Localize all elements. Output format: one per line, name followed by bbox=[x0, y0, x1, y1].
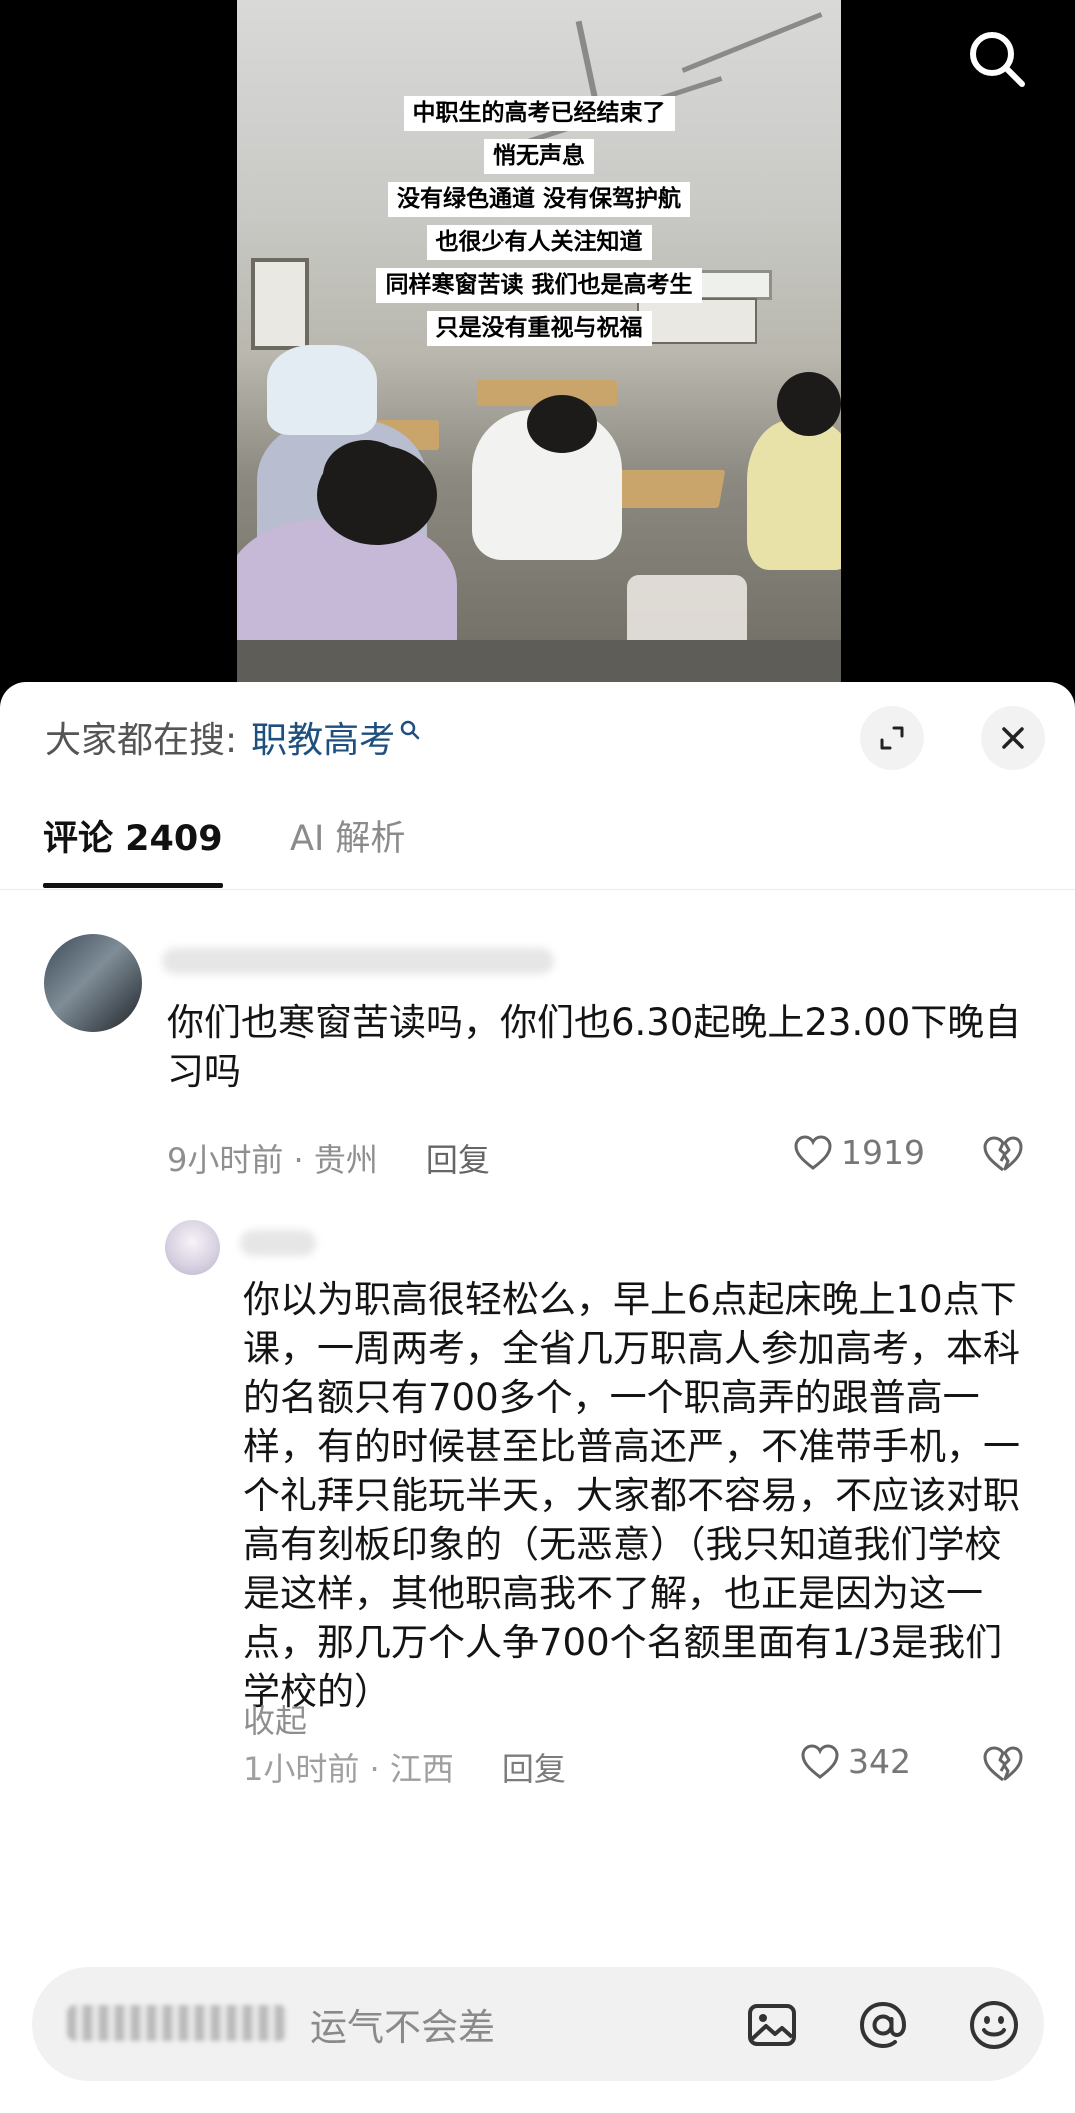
student bbox=[267, 345, 377, 435]
expand-button[interactable] bbox=[860, 706, 924, 770]
tab-comments[interactable]: 评论 2409 bbox=[43, 810, 223, 861]
hot-search-term[interactable]: 职教高考 bbox=[251, 711, 395, 763]
video-frame: 中职生的高考已经结束了 悄无声息 没有绿色通道 没有保驾护航 也很少有人关注知道… bbox=[237, 0, 841, 682]
input-placeholder: 运气不会差 bbox=[310, 2006, 495, 2049]
comment-input-area: 运气不会差 bbox=[0, 1952, 1075, 2113]
caption-line: 悄无声息 bbox=[484, 139, 594, 174]
like-button[interactable]: 1919 bbox=[793, 1133, 925, 1172]
caption-line: 同样寒窗苦读 我们也是高考生 bbox=[376, 268, 702, 303]
close-icon bbox=[1002, 727, 1024, 749]
caption-stack: 中职生的高考已经结束了 悄无声息 没有绿色通道 没有保驾护航 也很少有人关注知道… bbox=[237, 96, 841, 346]
reply-button[interactable]: 回复 bbox=[502, 1744, 566, 1790]
student-head bbox=[317, 445, 437, 545]
like-button[interactable]: 342 bbox=[800, 1742, 911, 1781]
comment-input[interactable]: 运气不会差 bbox=[32, 1967, 1044, 2081]
emoji-icon bbox=[970, 2001, 1018, 2049]
blurred-input-prefix bbox=[67, 2005, 287, 2041]
like-count: 342 bbox=[848, 1742, 911, 1781]
emoji-button[interactable] bbox=[966, 1997, 1022, 2053]
hot-search[interactable]: 大家都在搜: 职教高考 bbox=[45, 712, 421, 762]
mention-button[interactable] bbox=[855, 1997, 911, 2053]
like-count: 1919 bbox=[841, 1133, 925, 1172]
search-icon bbox=[400, 720, 420, 740]
at-icon bbox=[859, 2001, 907, 2049]
heart-icon bbox=[801, 1743, 839, 1779]
floor bbox=[237, 640, 841, 682]
reply-text: 你以为职高很轻松么，早上6点起床晚上10点下课，一周两考，全省几万职高人参加高考… bbox=[243, 1278, 1020, 1713]
close-button[interactable] bbox=[981, 706, 1045, 770]
comment-time-location: 9小时前 · 贵州 bbox=[167, 1141, 378, 1179]
search-icon bbox=[970, 32, 1025, 87]
comment-meta: 9小时前 · 贵州 回复 bbox=[167, 1135, 490, 1181]
heart-icon bbox=[794, 1134, 832, 1170]
ceiling-light bbox=[681, 12, 823, 73]
reply-button[interactable]: 回复 bbox=[426, 1135, 490, 1181]
search-button[interactable] bbox=[964, 26, 1030, 92]
video-player[interactable]: 中职生的高考已经结束了 悄无声息 没有绿色通道 没有保驾护航 也很少有人关注知道… bbox=[0, 0, 1075, 682]
image-icon bbox=[748, 2004, 796, 2046]
dislike-button[interactable] bbox=[981, 1134, 1025, 1178]
caption-line: 中职生的高考已经结束了 bbox=[403, 96, 675, 131]
caption-line: 只是没有重视与祝福 bbox=[426, 311, 652, 346]
student-head bbox=[527, 395, 597, 453]
tab-ai-analysis[interactable]: AI 解析 bbox=[290, 810, 405, 861]
dislike-button[interactable] bbox=[981, 1744, 1025, 1788]
avatar[interactable] bbox=[165, 1220, 220, 1275]
student-head bbox=[777, 372, 841, 436]
expand-icon bbox=[880, 726, 904, 750]
student bbox=[747, 420, 841, 570]
comment-text: 你们也寒窗苦读吗，你们也6.30起晚上23.00下晚自习吗 bbox=[167, 1001, 1022, 1093]
tab-bar: 评论 2409 AI 解析 bbox=[0, 802, 1075, 890]
avatar[interactable] bbox=[44, 934, 142, 1032]
active-tab-indicator bbox=[43, 883, 223, 888]
collapse-button[interactable]: 收起 bbox=[243, 1696, 307, 1742]
comment-time-location: 1小时前 · 江西 bbox=[243, 1750, 454, 1788]
caption-line: 没有绿色通道 没有保驾护航 bbox=[387, 182, 690, 217]
image-button[interactable] bbox=[744, 1997, 800, 2053]
broken-heart-icon bbox=[983, 1136, 1023, 1172]
comment-sheet: 大家都在搜: 职教高考 评论 2409 AI 解析 你们也寒窗苦读吗，你们也6.… bbox=[0, 682, 1075, 2113]
username-blurred[interactable] bbox=[240, 1230, 316, 1256]
comment-meta: 1小时前 · 江西 回复 bbox=[243, 1744, 566, 1790]
username-blurred[interactable] bbox=[162, 948, 554, 974]
hot-search-prefix: 大家都在搜: bbox=[45, 720, 238, 761]
broken-heart-icon bbox=[983, 1746, 1023, 1782]
caption-line: 也很少有人关注知道 bbox=[426, 225, 652, 260]
